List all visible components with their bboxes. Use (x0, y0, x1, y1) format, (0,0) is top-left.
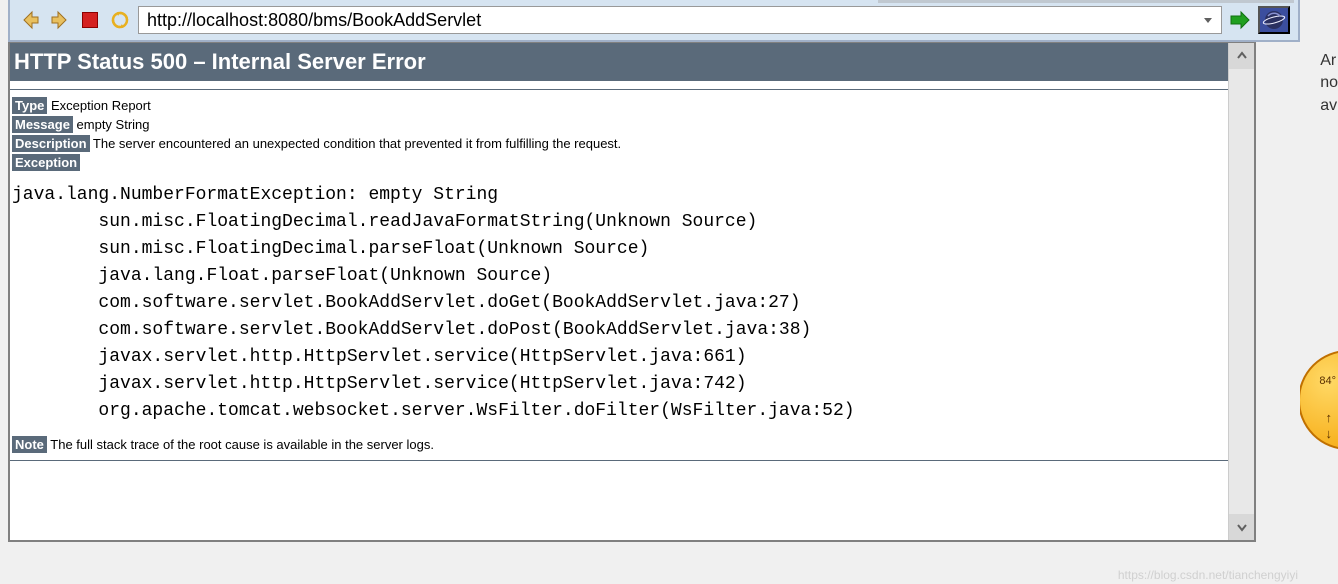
browser-toolbar (8, 0, 1300, 42)
url-dropdown-icon[interactable] (1202, 14, 1214, 26)
description-value: The server encountered an unexpected con… (90, 136, 622, 151)
description-line: Description The server encountered an un… (10, 136, 1228, 151)
type-value: Exception Report (47, 98, 150, 113)
side-text: av (1320, 95, 1338, 117)
divider (10, 89, 1228, 90)
refresh-icon (110, 10, 130, 30)
border-decoration (878, 0, 1294, 3)
widget-background (1300, 350, 1338, 450)
back-arrow-icon (20, 10, 40, 30)
exception-label: Exception (12, 154, 80, 171)
eclipse-icon (1262, 8, 1286, 32)
browser-content: HTTP Status 500 – Internal Server Error … (8, 42, 1256, 542)
message-value: empty String (73, 117, 150, 132)
stop-icon (82, 12, 98, 28)
widget-arrows: ↑↓ (1326, 410, 1333, 441)
status-title: HTTP Status 500 – Internal Server Error (10, 43, 1228, 81)
chevron-down-icon (1235, 520, 1249, 534)
stop-button[interactable] (78, 8, 102, 32)
chevron-up-icon (1235, 49, 1249, 63)
note-line: Note The full stack trace of the root ca… (10, 437, 1228, 452)
message-label: Message (12, 116, 73, 133)
sidebar-cutoff: Ar no av (1320, 50, 1338, 117)
note-value: The full stack trace of the root cause i… (47, 437, 434, 452)
refresh-button[interactable] (108, 8, 132, 32)
description-label: Description (12, 135, 90, 152)
message-line: Message empty String (10, 117, 1228, 132)
side-text: no (1320, 72, 1338, 94)
go-button[interactable] (1228, 8, 1252, 32)
eclipse-button[interactable] (1258, 6, 1290, 34)
error-page: HTTP Status 500 – Internal Server Error … (10, 43, 1228, 461)
note-label: Note (12, 436, 47, 453)
vertical-scrollbar[interactable] (1228, 43, 1254, 540)
go-arrow-icon (1229, 10, 1251, 30)
widget-temp: 84° (1319, 375, 1336, 387)
divider (10, 460, 1228, 461)
url-input[interactable] (138, 6, 1222, 34)
scroll-up-button[interactable] (1229, 43, 1255, 69)
back-button[interactable] (18, 8, 42, 32)
url-bar-wrapper (138, 6, 1222, 34)
type-label: Type (12, 97, 47, 114)
floating-widget[interactable]: 84° ↑↓ (1300, 350, 1338, 480)
forward-button[interactable] (48, 8, 72, 32)
scroll-down-button[interactable] (1229, 514, 1255, 540)
forward-arrow-icon (50, 10, 70, 30)
stacktrace: java.lang.NumberFormatException: empty S… (10, 182, 1228, 425)
watermark: https://blog.csdn.net/tianchengyiyi (1118, 568, 1298, 582)
type-line: Type Exception Report (10, 98, 1228, 113)
exception-line: Exception (10, 155, 1228, 170)
side-text: Ar (1320, 50, 1338, 72)
